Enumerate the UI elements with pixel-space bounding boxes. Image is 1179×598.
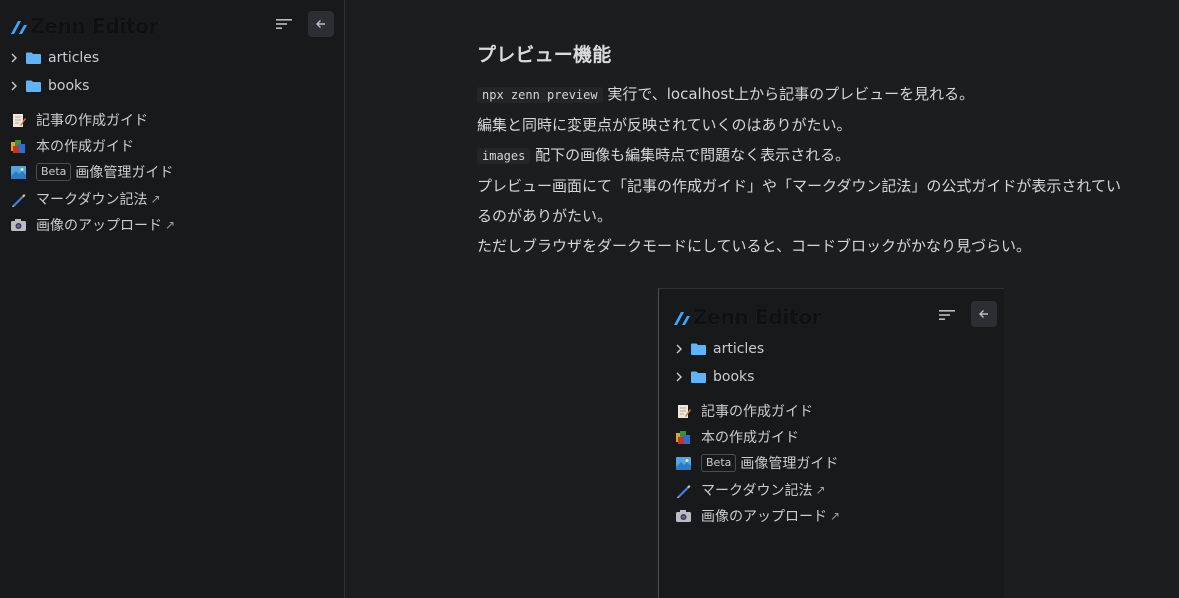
pen-icon xyxy=(676,483,691,498)
folder-label: articles xyxy=(48,50,100,66)
inline-code: npx zenn preview xyxy=(477,87,603,103)
chevron-right-icon xyxy=(676,344,682,354)
link-image-guide: Beta 画像管理ガイド xyxy=(676,453,838,473)
books-icon xyxy=(11,139,26,154)
link-article-guide[interactable]: 記事の作成ガイド xyxy=(11,110,148,130)
link-article-guide: 記事の作成ガイド xyxy=(676,401,813,421)
chevron-right-icon xyxy=(11,81,17,91)
text-span: 実行で、localhost上から記事のプレビューを見れる。 xyxy=(602,85,975,103)
link-label: 記事の作成ガイド xyxy=(36,113,148,129)
link-markdown-guide: マークダウン記法 ↗ xyxy=(676,480,826,500)
sidebar-header: Zenn Editor xyxy=(0,0,344,50)
link-book-guide[interactable]: 本の作成ガイド xyxy=(11,136,134,156)
logo-text: Zenn Editor xyxy=(693,305,822,329)
link-book-guide: 本の作成ガイド xyxy=(676,427,799,447)
sidebar: Zenn Editor articles books 記事の作成ガイド 本の作成… xyxy=(0,0,345,598)
beta-badge: Beta xyxy=(36,163,72,181)
chevron-right-icon xyxy=(11,53,17,63)
preview-pane: プレビュー機能 npx zenn preview 実行で、localhost上か… xyxy=(345,0,1179,598)
folder-label: articles xyxy=(713,341,765,357)
inline-code: images xyxy=(477,148,531,164)
link-label: 画像管理ガイド xyxy=(75,165,174,181)
chevron-right-icon xyxy=(676,372,682,382)
folder-icon xyxy=(26,52,41,64)
arrow-left-icon xyxy=(316,20,325,28)
sort-button xyxy=(935,303,959,327)
paragraph-line: 編集と同時に変更点が反映されていくのはありがたい。 xyxy=(477,116,852,134)
beta-badge: Beta xyxy=(701,454,737,472)
folder-books[interactable]: books xyxy=(8,75,89,97)
memo-icon xyxy=(676,404,691,419)
camera-icon xyxy=(676,509,691,524)
paragraph-line: プレビュー画面にて「記事の作成ガイド」や「マークダウン記法」の公式ガイドが表示さ… xyxy=(477,177,1121,195)
link-image-upload: 画像のアップロード ↗ xyxy=(676,506,840,526)
folder-articles[interactable]: articles xyxy=(8,47,99,69)
zenn-logo-icon xyxy=(11,21,27,34)
zenn-logo-icon xyxy=(674,312,690,325)
sort-button[interactable] xyxy=(272,12,296,36)
folder-icon xyxy=(26,80,41,92)
external-link-icon: ↗ xyxy=(830,509,841,523)
folder-books: books xyxy=(673,366,754,388)
link-image-upload[interactable]: 画像のアップロード ↗ xyxy=(11,215,175,235)
collapse-sidebar-button xyxy=(971,301,997,327)
paragraph-line: るのがありがたい。 xyxy=(477,207,613,225)
folder-label: books xyxy=(713,369,755,385)
app-window: Zenn Editor articles books 記事の作成ガイド 本の作成… xyxy=(0,0,1179,598)
link-label: 画像のアップロード xyxy=(701,509,827,525)
sidebar-header: Zenn Editor xyxy=(659,289,1004,339)
article-content: プレビュー機能 npx zenn preview 実行で、localhost上か… xyxy=(477,40,1177,261)
paragraph-line: images 配下の画像も編集時点で問題なく表示される。 xyxy=(477,140,1177,171)
link-markdown-guide[interactable]: マークダウン記法 ↗ xyxy=(11,189,161,209)
folder-icon xyxy=(691,343,706,355)
zenn-logo[interactable]: Zenn Editor xyxy=(10,14,159,38)
link-image-guide[interactable]: Beta 画像管理ガイド xyxy=(11,162,173,182)
paragraph-line: npx zenn preview 実行で、localhost上から記事のプレビュ… xyxy=(477,79,1177,110)
books-icon xyxy=(676,430,691,445)
link-label: 本の作成ガイド xyxy=(36,139,134,155)
image-icon xyxy=(676,456,691,471)
sort-icon xyxy=(939,310,955,320)
arrow-left-icon xyxy=(979,310,988,318)
logo-text: Zenn Editor xyxy=(30,14,159,38)
link-label: 記事の作成ガイド xyxy=(701,404,813,420)
link-label: 画像のアップロード xyxy=(36,218,162,234)
paragraph-line: ただしブラウザをダークモードにしていると、コードブロックがかなり見づらい。 xyxy=(477,237,1031,255)
camera-icon xyxy=(11,218,26,233)
external-link-icon: ↗ xyxy=(150,192,161,206)
folder-label: books xyxy=(48,78,90,94)
collapse-sidebar-button[interactable] xyxy=(308,11,334,37)
pen-icon xyxy=(11,192,26,207)
text-span: 配下の画像も編集時点で問題なく表示される。 xyxy=(530,146,851,164)
external-link-icon: ↗ xyxy=(165,218,176,232)
link-label: 本の作成ガイド xyxy=(701,430,799,446)
zenn-logo: Zenn Editor xyxy=(673,305,822,329)
section-heading: プレビュー機能 xyxy=(477,44,612,66)
link-label: マークダウン記法 xyxy=(36,192,148,208)
link-label: 画像管理ガイド xyxy=(740,456,839,472)
external-link-icon: ↗ xyxy=(815,483,826,497)
folder-articles: articles xyxy=(673,338,764,360)
sort-icon xyxy=(276,19,292,29)
embedded-screenshot: Zenn Editor articles books 記事の作成ガイド 本の作成… xyxy=(658,288,1004,598)
image-icon xyxy=(11,165,26,180)
folder-icon xyxy=(691,371,706,383)
memo-icon xyxy=(11,113,26,128)
link-label: マークダウン記法 xyxy=(701,483,813,499)
